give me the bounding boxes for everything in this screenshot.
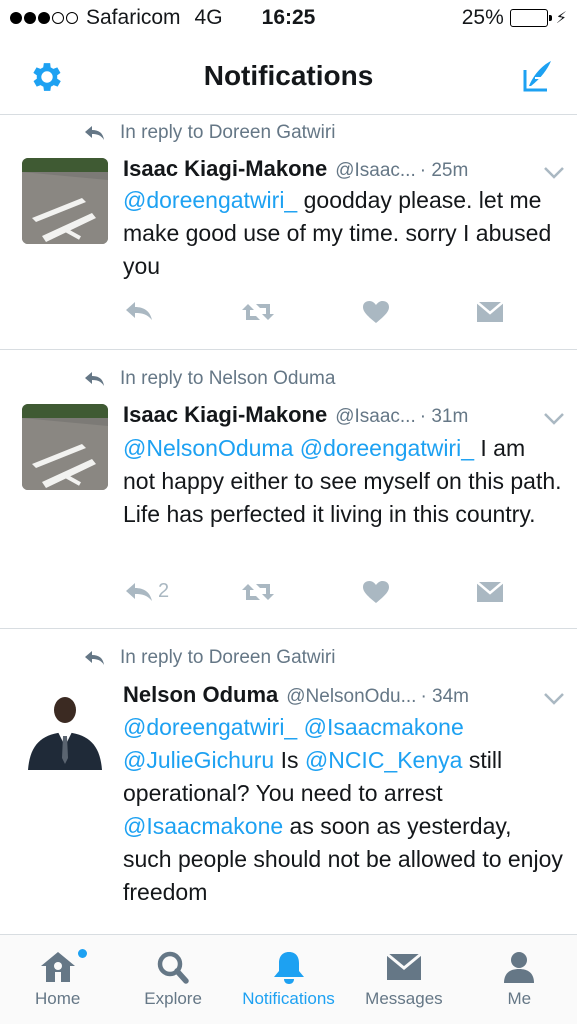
tab-explore[interactable]: Explore	[115, 935, 230, 1024]
mention-link[interactable]: @doreengatwiri_	[123, 714, 297, 740]
reply-arrow-icon	[85, 372, 104, 386]
tab-me[interactable]: Me	[462, 935, 577, 1024]
heart-icon	[363, 301, 389, 323]
tweet-header: Isaac Kiagi-Makone @Isaac... · 25m	[123, 156, 567, 182]
charging-icon: ⚡	[555, 10, 567, 27]
direct-message-button[interactable]	[475, 580, 505, 604]
reply-button[interactable]: 2	[124, 580, 169, 603]
search-icon	[157, 951, 189, 984]
network-type: 4G	[194, 6, 223, 29]
gear-icon[interactable]	[28, 58, 66, 96]
carrier-name: Safaricom	[86, 6, 181, 29]
mention-link[interactable]: @doreengatwiri_	[300, 435, 474, 461]
avatar[interactable]	[22, 158, 108, 244]
tab-home[interactable]: Home	[0, 935, 115, 1024]
retweet-icon	[242, 584, 274, 600]
tab-label: Notifications	[242, 989, 335, 1008]
tweet-time: · 31m	[419, 406, 469, 427]
avatar[interactable]	[22, 404, 108, 490]
status-left: Safaricom 4G	[10, 6, 223, 30]
tab-label: Explore	[144, 989, 202, 1008]
like-button[interactable]	[362, 580, 390, 604]
tab-label: Messages	[365, 989, 443, 1008]
author-handle[interactable]: @NelsonOdu...	[286, 686, 416, 708]
tab-bar: Home Explore Notifications Messages Me	[0, 934, 577, 1024]
author-name[interactable]: Isaac Kiagi-Makone	[123, 402, 327, 428]
bell-icon	[273, 952, 304, 984]
tweet-header: Nelson Oduma @NelsonOdu... · 34m	[123, 682, 567, 708]
tweet-item[interactable]: In reply to Doreen Gatwiri Isaac Kiagi-M…	[0, 116, 577, 350]
signal-strength-icon	[10, 12, 78, 24]
chevron-down-icon[interactable]	[543, 412, 565, 426]
navigation-bar: Notifications	[0, 40, 577, 115]
retweet-button[interactable]	[240, 580, 276, 604]
reply-count: 2	[158, 580, 170, 602]
author-name[interactable]: Nelson Oduma	[123, 682, 278, 708]
envelope-icon	[476, 301, 504, 322]
battery-icon	[509, 9, 552, 27]
reply-arrow-icon	[85, 126, 104, 140]
reply-context[interactable]: In reply to Doreen Gatwiri	[84, 647, 335, 669]
person-icon	[504, 952, 535, 983]
tweet-text-segment: Is	[274, 747, 305, 773]
reply-context[interactable]: In reply to Nelson Oduma	[84, 368, 335, 390]
reply-icon	[126, 302, 152, 320]
author-handle[interactable]: @Isaac...	[335, 160, 416, 182]
mention-link[interactable]: @Isaacmakone	[304, 714, 464, 740]
tab-label: Home	[35, 989, 81, 1008]
notification-dot	[78, 949, 87, 958]
home-icon	[40, 952, 75, 982]
direct-message-button[interactable]	[475, 300, 505, 324]
tab-messages[interactable]: Messages	[346, 935, 461, 1024]
tweet-text: @doreengatwiri_ @Isaacmakone @JulieGichu…	[123, 711, 563, 909]
battery-percent: 25%	[461, 6, 504, 29]
tweet-header: Isaac Kiagi-Makone @Isaac... · 31m	[123, 402, 567, 428]
tab-label: Me	[507, 989, 532, 1008]
mention-link[interactable]: @doreengatwiri_	[123, 187, 297, 213]
author-name[interactable]: Isaac Kiagi-Makone	[123, 156, 327, 182]
retweet-icon	[242, 304, 274, 320]
mention-link[interactable]: @Isaacmakone	[123, 813, 283, 839]
chevron-down-icon[interactable]	[543, 692, 565, 706]
retweet-button[interactable]	[240, 300, 276, 324]
mention-link[interactable]: @JulieGichuru	[123, 747, 274, 773]
reply-context-text: In reply to Doreen Gatwiri	[120, 647, 336, 668]
reply-icon	[126, 582, 152, 601]
compose-icon[interactable]	[517, 56, 557, 96]
mention-link[interactable]: @NCIC_Kenya	[305, 747, 463, 773]
status-bar: Safaricom 4G 16:25 25% ⚡	[0, 0, 577, 40]
chevron-down-icon[interactable]	[543, 166, 565, 180]
page-title: Notifications	[203, 60, 374, 91]
tweet-item[interactable]: In reply to Nelson Oduma Isaac Kiagi-Mak…	[0, 350, 577, 629]
tab-notifications[interactable]: Notifications	[231, 935, 346, 1024]
like-button[interactable]	[362, 300, 390, 324]
author-handle[interactable]: @Isaac...	[335, 406, 416, 428]
reply-context[interactable]: In reply to Doreen Gatwiri	[84, 122, 335, 144]
heart-icon	[363, 581, 389, 603]
reply-context-text: In reply to Nelson Oduma	[120, 368, 336, 389]
reply-arrow-icon	[85, 651, 104, 665]
tweet-text: @doreengatwiri_ goodday please. let me m…	[123, 184, 563, 283]
envelope-icon	[385, 952, 422, 980]
tweet-actions: 2	[0, 580, 577, 620]
envelope-icon	[476, 581, 504, 602]
reply-button[interactable]	[124, 300, 160, 322]
reply-context-text: In reply to Doreen Gatwiri	[120, 122, 336, 143]
tweet-actions	[0, 300, 577, 340]
tweet-time: · 25m	[419, 160, 469, 181]
tweet-item[interactable]: In reply to Doreen Gatwiri Nelson Oduma …	[0, 629, 577, 934]
tweet-text: @NelsonOduma @doreengatwiri_ I am not ha…	[123, 432, 563, 531]
tweet-time: · 34m	[420, 686, 470, 707]
status-right: 25% ⚡	[462, 6, 567, 30]
avatar[interactable]	[22, 684, 108, 770]
mention-link[interactable]: @NelsonOduma	[123, 435, 293, 461]
